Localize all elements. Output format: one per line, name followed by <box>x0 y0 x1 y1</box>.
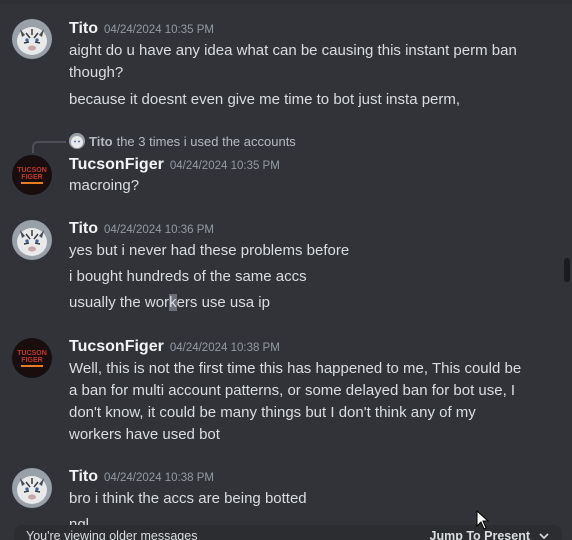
message-text: Well, this is not the first time this ha… <box>69 360 522 443</box>
message-text: aight do u have any idea what can be cau… <box>69 42 517 81</box>
tucson-logo-line-2: FIGER <box>21 357 42 364</box>
tucson-logo-avatar[interactable]: TUCSON FIGER <box>12 155 52 195</box>
text-segment: ers use usa ip <box>176 294 270 311</box>
username[interactable]: Tito <box>69 220 98 237</box>
tiger-avatar[interactable] <box>12 468 52 508</box>
message-text: yes but i never had these problems befor… <box>69 242 350 259</box>
tucson-logo-avatar[interactable]: TUCSON FIGER <box>12 338 52 378</box>
username[interactable]: Tito <box>69 20 98 37</box>
timestamp[interactable]: 04/24/2024 10:36 PM <box>104 224 214 236</box>
jump-to-present-button[interactable]: Jump To Present <box>430 529 550 540</box>
mouse-pointer-icon <box>476 510 490 530</box>
message-group[interactable]: TUCSON FIGER TucsonFiger 04/24/2024 10:38… <box>0 338 560 448</box>
jump-to-present-label: Jump To Present <box>429 529 530 540</box>
reply-text: the 3 times i used the accounts <box>116 133 296 149</box>
message-text: usually the workers use usa ip <box>69 292 270 314</box>
message-text: i bought hundreds of the same accs <box>69 268 307 285</box>
username[interactable]: Tito <box>69 468 98 485</box>
text-selection: k <box>169 294 177 311</box>
username[interactable]: TucsonFiger <box>69 338 164 355</box>
timestamp[interactable]: 04/24/2024 10:38 PM <box>170 342 280 354</box>
message-group[interactable]: Tito 04/24/2024 10:35 PM aight do u have … <box>0 0 560 120</box>
timestamp[interactable]: 04/24/2024 10:38 PM <box>104 472 214 484</box>
tiger-avatar[interactable] <box>12 220 52 260</box>
text-segment: usually the wor <box>69 294 170 311</box>
tiger-avatar-small <box>69 133 85 149</box>
message-text: macroing? <box>69 177 140 194</box>
reply-preview[interactable]: Tito the 3 times i used the accounts <box>69 133 296 149</box>
username[interactable]: TucsonFiger <box>69 156 164 173</box>
tucson-logo-line-1: TUCSON <box>17 167 47 174</box>
scrollbar-thumb[interactable] <box>564 258 570 282</box>
message-text: bro i think the accs are being botted <box>69 490 307 507</box>
reply-author[interactable]: Tito <box>89 134 113 149</box>
tucson-logo-line-1: TUCSON <box>17 350 47 357</box>
message-list: Tito 04/24/2024 10:35 PM aight do u have … <box>0 0 572 540</box>
timestamp[interactable]: 04/24/2024 10:35 PM <box>170 160 280 172</box>
timestamp[interactable]: 04/24/2024 10:35 PM <box>104 24 214 36</box>
chevron-down-icon <box>539 533 549 540</box>
tiger-avatar[interactable] <box>12 19 52 59</box>
message-group[interactable]: TUCSON FIGER TucsonFiger 04/24/2024 10:35… <box>0 150 560 200</box>
tucson-logo-line-2: FIGER <box>21 174 42 181</box>
message-group[interactable]: Tito 04/24/2024 10:36 PM yes but i never … <box>0 220 560 320</box>
message-text: because it doesnt even give me time to b… <box>69 91 461 108</box>
older-messages-notice: You're viewing older messages <box>26 529 198 540</box>
